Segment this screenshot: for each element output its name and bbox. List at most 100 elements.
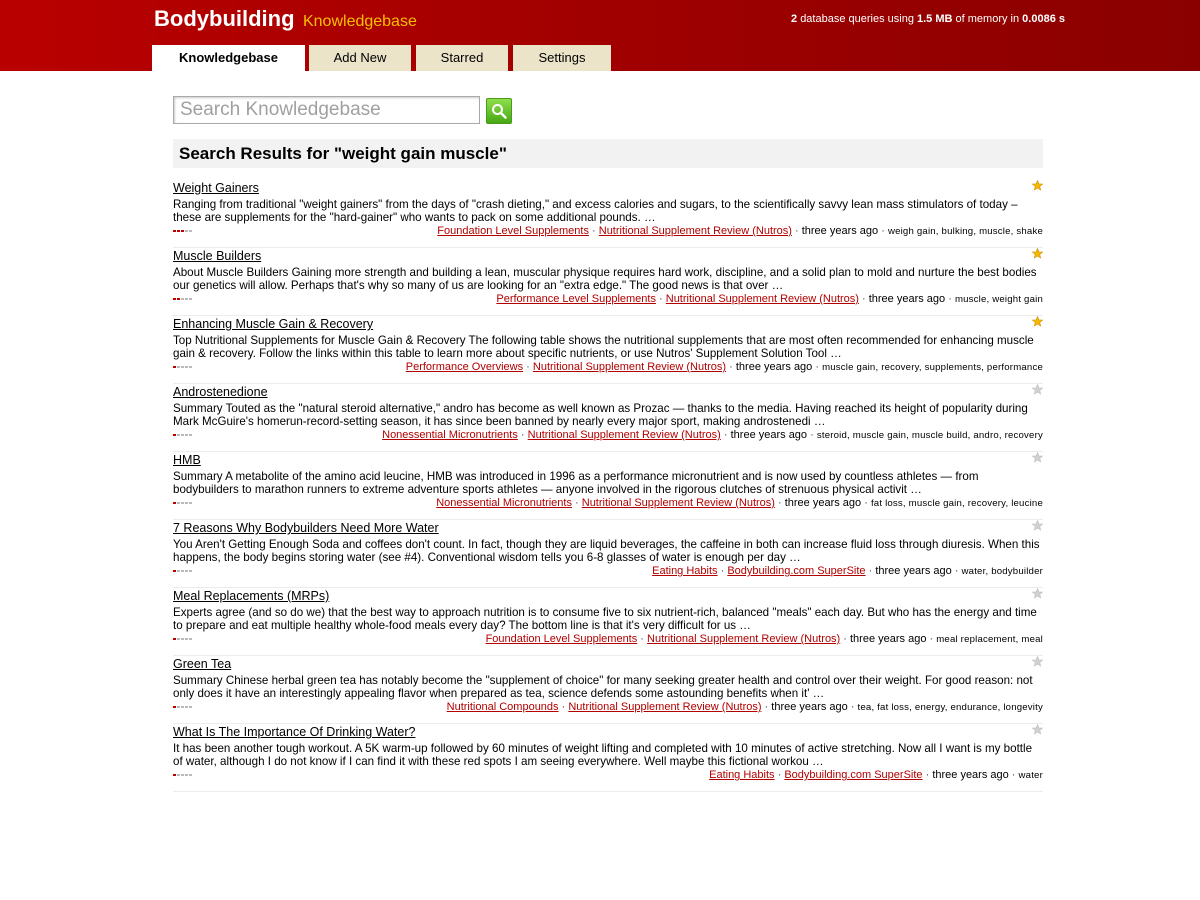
result-description: Ranging from traditional "weight gainers…	[173, 198, 1018, 224]
memory-usage: 1.5 MB	[917, 13, 953, 25]
star-empty-icon[interactable]	[1032, 452, 1043, 463]
result-tags: muscle gain, recovery, supplements, perf…	[822, 362, 1043, 373]
result-category-link[interactable]: Nonessential Micronutrients	[436, 497, 572, 509]
result-description: Top Nutritional Supplements for Muscle G…	[173, 334, 1034, 360]
result-category-link[interactable]: Nutritional Compounds	[447, 701, 559, 713]
star-filled-icon[interactable]	[1032, 180, 1043, 191]
result-tags: water, bodybuilder	[961, 566, 1043, 577]
result-title-link[interactable]: What Is The Importance Of Drinking Water…	[173, 725, 415, 739]
star-empty-icon[interactable]	[1032, 656, 1043, 667]
rating-dot	[177, 706, 180, 708]
result-description: Summary Touted as the "natural steroid a…	[173, 402, 1028, 428]
rating-dot	[185, 774, 188, 776]
result-source-link[interactable]: Bodybuilding.com SuperSite	[784, 769, 922, 781]
search-result: Muscle Builders About Muscle Builders Gai…	[173, 248, 1043, 316]
result-category-link[interactable]: Performance Level Supplements	[496, 293, 656, 305]
rating-dot	[185, 434, 188, 436]
result-meta: Performance Overviews · Nutritional Supp…	[405, 361, 1043, 373]
star-empty-icon[interactable]	[1032, 384, 1043, 395]
result-category-link[interactable]: Nonessential Micronutrients	[382, 429, 518, 441]
result-category-link[interactable]: Performance Overviews	[406, 361, 523, 373]
result-title-link[interactable]: Weight Gainers	[173, 181, 259, 195]
results-heading: Search Results for "weight gain muscle"	[179, 144, 507, 163]
rating-dot	[173, 774, 176, 776]
result-source-link[interactable]: Nutritional Supplement Review (Nutros)	[568, 701, 761, 713]
rating-dot	[189, 434, 192, 436]
star-filled-icon[interactable]	[1032, 248, 1043, 259]
rating-dot	[181, 570, 184, 572]
rating-dot	[177, 774, 180, 776]
rating-dot	[189, 570, 192, 572]
result-title-link[interactable]: 7 Reasons Why Bodybuilders Need More Wat…	[173, 521, 439, 535]
rating-dot	[185, 298, 188, 300]
rating-dot	[189, 706, 192, 708]
rating-dot	[181, 230, 184, 232]
result-title-link[interactable]: Enhancing Muscle Gain & Recovery	[173, 317, 373, 331]
rating-dot	[177, 366, 180, 368]
results-header: Search Results for "weight gain muscle"	[173, 139, 1043, 168]
rating-dot	[177, 298, 180, 300]
result-title-link[interactable]: Green Tea	[173, 657, 231, 671]
rating-dot	[189, 230, 192, 232]
rating-dot	[173, 366, 176, 368]
result-age: three years ago	[730, 429, 808, 441]
star-empty-icon[interactable]	[1032, 520, 1043, 531]
result-category-link[interactable]: Foundation Level Supplements	[486, 633, 638, 645]
results-list: Weight Gainers Ranging from traditional "…	[173, 180, 1043, 792]
rating-dot	[177, 638, 180, 640]
tab-starred[interactable]: Starred	[416, 45, 508, 71]
result-age: three years ago	[771, 701, 848, 713]
rating-dot	[185, 638, 188, 640]
render-time: 0.0086 s	[1022, 13, 1065, 25]
result-meta: Nutritional Compounds · Nutritional Supp…	[446, 701, 1043, 713]
result-source-link[interactable]: Nutritional Supplement Review (Nutros)	[528, 429, 721, 441]
search-result: Green Tea Summary Chinese herbal green te…	[173, 656, 1043, 724]
search-result: Meal Replacements (MRPs) Experts agree (a…	[173, 588, 1043, 656]
result-category-link[interactable]: Eating Habits	[709, 769, 774, 781]
result-source-link[interactable]: Nutritional Supplement Review (Nutros)	[599, 225, 792, 237]
result-age: three years ago	[801, 225, 879, 237]
tab-add-new[interactable]: Add New	[309, 45, 411, 71]
rating-dot	[173, 706, 176, 708]
result-category-link[interactable]: Eating Habits	[652, 565, 717, 577]
site-logo[interactable]: Bodybuilding Knowledgebase	[154, 6, 417, 32]
rating-dot	[185, 502, 188, 504]
result-source-link[interactable]: Bodybuilding.com SuperSite	[727, 565, 865, 577]
result-tags: muscle, weight gain	[954, 294, 1043, 305]
search-result: Weight Gainers Ranging from traditional "…	[173, 180, 1043, 248]
search-result: HMB Summary A metabolite of the amino aci…	[173, 452, 1043, 520]
search-input[interactable]	[173, 96, 480, 124]
rating-dot	[173, 230, 176, 232]
result-description: You Aren't Getting Enough Soda and coffe…	[173, 538, 1040, 564]
rating-dot	[189, 366, 192, 368]
result-source-link[interactable]: Nutritional Supplement Review (Nutros)	[666, 293, 859, 305]
rating-dot	[189, 502, 192, 504]
star-empty-icon[interactable]	[1032, 724, 1043, 735]
result-title-link[interactable]: Androstenedione	[173, 385, 268, 399]
result-source-link[interactable]: Nutritional Supplement Review (Nutros)	[533, 361, 726, 373]
result-description: About Muscle Builders Gaining more stren…	[173, 266, 1037, 292]
result-source-link[interactable]: Nutritional Supplement Review (Nutros)	[647, 633, 840, 645]
search-result: Androstenedione Summary Touted as the "na…	[173, 384, 1043, 452]
tab-knowledgebase[interactable]: Knowledgebase	[152, 45, 305, 71]
result-age: three years ago	[784, 497, 862, 509]
rating-dot	[181, 366, 184, 368]
rating-dot	[189, 638, 192, 640]
memory-text: of memory in	[955, 13, 1020, 25]
result-title-link[interactable]: HMB	[173, 453, 201, 467]
star-empty-icon[interactable]	[1032, 588, 1043, 599]
search-button[interactable]	[486, 98, 512, 124]
result-meta: Nonessential Micronutrients · Nutritiona…	[436, 497, 1043, 509]
result-title-link[interactable]: Muscle Builders	[173, 249, 261, 263]
rating-dot	[173, 570, 176, 572]
rating-dot	[185, 230, 188, 232]
result-age: three years ago	[875, 565, 952, 577]
result-title-link[interactable]: Meal Replacements (MRPs)	[173, 589, 329, 603]
result-meta: Eating Habits · Bodybuilding.com SuperSi…	[709, 769, 1043, 781]
result-source-link[interactable]: Nutritional Supplement Review (Nutros)	[582, 497, 775, 509]
star-filled-icon[interactable]	[1032, 316, 1043, 327]
tab-settings[interactable]: Settings	[513, 45, 611, 71]
query-text: database queries using	[800, 13, 914, 25]
result-category-link[interactable]: Foundation Level Supplements	[437, 225, 589, 237]
magnifier-icon	[492, 104, 507, 119]
